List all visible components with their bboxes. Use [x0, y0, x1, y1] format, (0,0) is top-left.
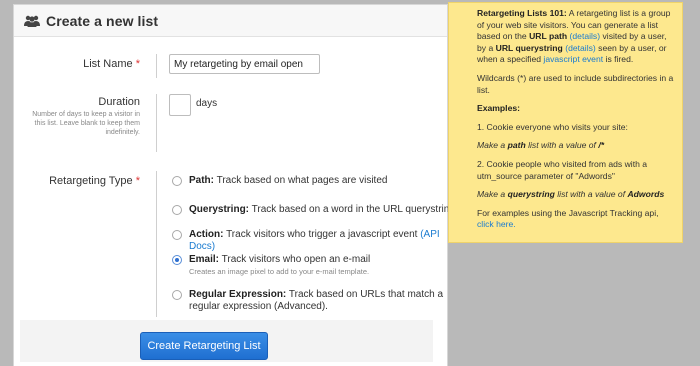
javascript-event-link[interactable]: javascript event: [543, 54, 603, 64]
option-email[interactable]: Email: Track visitors who open an e-mail…: [172, 254, 459, 277]
note-example-2: 2. Cookie people who visited from ads wi…: [477, 158, 648, 181]
page-title: Create a new list: [46, 12, 159, 29]
divider: [156, 94, 157, 152]
note-example-2-detail: Make a querystring list with a value of …: [477, 189, 665, 200]
option-action[interactable]: Action: Track visitors who trigger a jav…: [172, 229, 459, 253]
option-querystring[interactable]: Querystring: Track based on a word in th…: [172, 204, 459, 216]
radio-path[interactable]: [172, 176, 182, 186]
note-example-1-detail: Make a path list with a value of /*: [477, 140, 605, 151]
note-example-1: 1. Cookie everyone who visits your site:: [477, 121, 628, 132]
email-option-hint: Creates an image pixel to add to your e-…: [189, 267, 370, 276]
retargeting-type-label: Retargeting Type *: [49, 175, 140, 187]
divider: [156, 54, 157, 78]
duration-label: Duration: [98, 96, 140, 108]
radio-regex[interactable]: [172, 290, 182, 300]
details-link-path[interactable]: (details): [570, 31, 601, 41]
users-icon: [24, 15, 40, 27]
note-intro: Retargeting Lists 101: A retargeting lis…: [477, 8, 671, 65]
panel-header: Create a new list: [14, 5, 447, 37]
note-examples-heading: Examples:: [477, 103, 520, 114]
duration-unit: days: [196, 98, 218, 109]
radio-email[interactable]: [172, 255, 182, 265]
list-name-label: List Name *: [83, 58, 140, 70]
help-note: Retargeting Lists 101: A retargeting lis…: [448, 2, 683, 243]
create-retargeting-list-button[interactable]: Create Retargeting List: [140, 332, 268, 360]
option-path[interactable]: Path: Track based on what pages are visi…: [172, 175, 459, 187]
details-link-querystring[interactable]: (details): [565, 43, 596, 53]
click-here-link[interactable]: click here.: [477, 219, 516, 229]
divider: [156, 171, 157, 317]
duration-help: Number of days to keep a visitor in this…: [32, 111, 140, 136]
radio-querystring[interactable]: [172, 205, 182, 215]
radio-action[interactable]: [172, 230, 182, 240]
list-name-input[interactable]: [169, 54, 320, 74]
duration-input[interactable]: [169, 94, 191, 116]
create-list-panel: Create a new list List Name * Duration N…: [13, 4, 455, 366]
note-js-examples: For examples using the Javascript Tracki…: [477, 207, 659, 230]
note-wildcards: Wildcards (*) are used to include subdir…: [477, 72, 674, 95]
option-regex[interactable]: Regular Expression: Track based on URLs …: [172, 289, 459, 313]
